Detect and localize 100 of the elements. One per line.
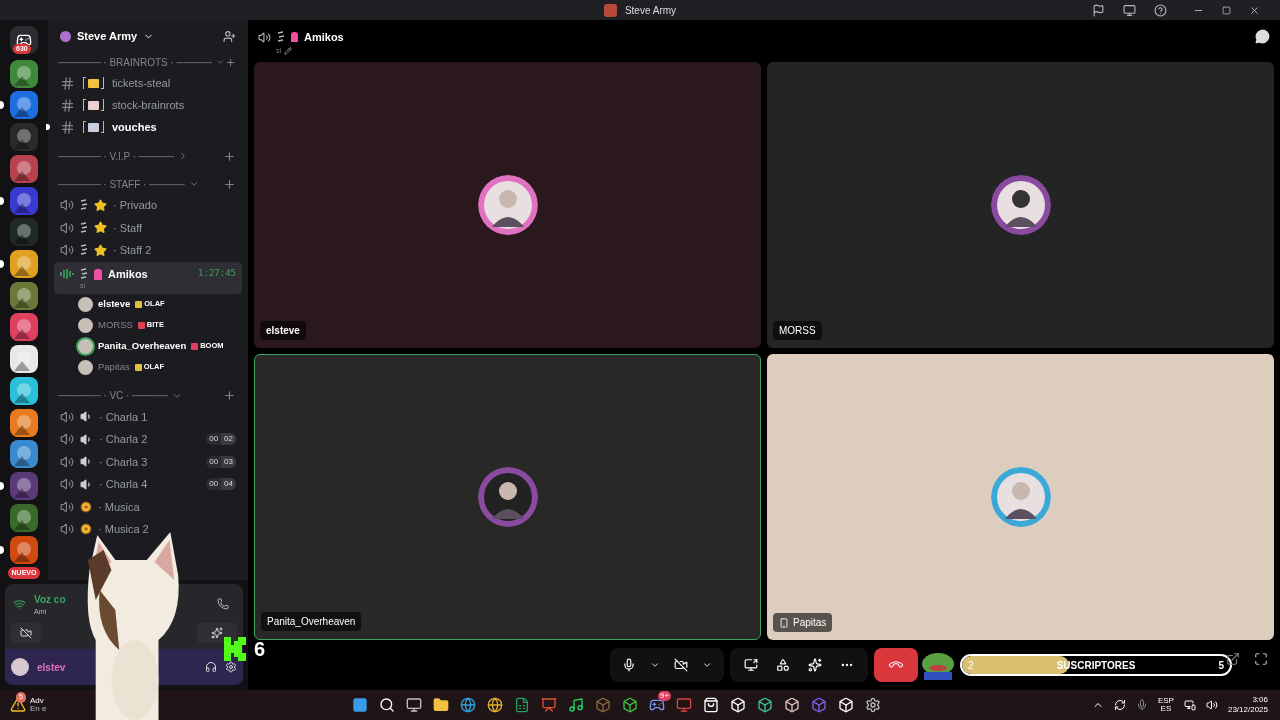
maximize-icon[interactable] — [1222, 5, 1231, 15]
voice-channel[interactable]: · Staff — [54, 216, 242, 239]
start-icon[interactable] — [352, 697, 368, 713]
app-icon[interactable] — [757, 697, 773, 713]
microphone-icon[interactable] — [622, 658, 636, 672]
server-icon — [60, 30, 71, 42]
video-tile[interactable]: Papitas — [767, 354, 1274, 640]
help-icon[interactable] — [1154, 3, 1167, 17]
user-name[interactable]: elsteve — [98, 296, 131, 312]
screen-icon[interactable] — [1123, 3, 1136, 17]
music-icon[interactable] — [568, 697, 584, 713]
voice-channel[interactable]: · Charla 3 00 03 — [54, 450, 242, 473]
fullscreen-icon[interactable] — [1254, 652, 1268, 666]
server-icon[interactable] — [10, 440, 38, 469]
server-icon[interactable] — [10, 376, 38, 405]
user-name[interactable]: Papitas — [98, 359, 130, 375]
channel-name[interactable]: tickets-steal — [112, 74, 171, 92]
add-icon[interactable] — [223, 177, 236, 191]
popcorn-icon — [291, 32, 298, 43]
voice-icon — [60, 522, 74, 537]
pop-out-icon[interactable] — [1226, 652, 1240, 666]
screen-share-icon[interactable] — [744, 658, 758, 672]
user-avatar[interactable] — [11, 658, 29, 676]
close-icon[interactable] — [1249, 4, 1260, 16]
server-icon[interactable] — [10, 91, 38, 120]
network-icon[interactable] — [1183, 699, 1196, 711]
task-view-icon[interactable] — [406, 697, 422, 713]
edit-icon[interactable] — [284, 46, 293, 55]
server-name[interactable]: Steve Army — [77, 27, 138, 45]
video-tile[interactable]: MORSS — [767, 62, 1274, 348]
block-icon[interactable] — [595, 697, 611, 713]
camera-off-icon[interactable] — [674, 658, 688, 672]
emoji-icon — [83, 121, 104, 133]
call-channel-name: Amikos — [304, 30, 344, 45]
video-tile[interactable]: Panita_Overheaven — [254, 354, 761, 640]
notification-title: Adv — [30, 697, 45, 705]
channel-name: · Privado — [113, 198, 158, 213]
language-indicator[interactable]: ESP ES — [1157, 697, 1174, 713]
browser-icon[interactable] — [487, 697, 503, 713]
home-button[interactable] — [10, 26, 38, 54]
voice-channel[interactable]: · Charla 4 00 04 — [54, 473, 242, 496]
server-icon[interactable] — [10, 535, 38, 564]
soundboard-icon[interactable] — [808, 658, 822, 672]
server-icon[interactable] — [10, 59, 38, 88]
block-icon[interactable] — [622, 697, 638, 713]
voice-channel[interactable]: · Charla 1 — [54, 405, 242, 428]
hang-up-button[interactable] — [874, 648, 918, 682]
category-label[interactable]: ────── · BRAINROTS · ───── — [58, 54, 213, 70]
star-icon — [94, 243, 107, 257]
headphones-icon[interactable] — [205, 661, 217, 673]
emoji-icon — [83, 77, 104, 89]
add-icon[interactable] — [223, 389, 236, 402]
category-label[interactable]: ────── · STAFF · ───── — [58, 176, 185, 192]
clock[interactable]: 3:06 23/12/2025 — [1227, 695, 1268, 715]
server-icon[interactable] — [10, 313, 38, 342]
activities-icon[interactable] — [776, 658, 790, 672]
video-tile[interactable]: elsteve — [254, 62, 761, 348]
sync-icon[interactable] — [1113, 699, 1126, 711]
voice-channel[interactable]: · Staff 2 — [54, 239, 242, 262]
category-label[interactable]: ────── · VC · ───── — [58, 388, 168, 403]
search-icon[interactable] — [379, 697, 395, 713]
server-icon[interactable] — [10, 503, 38, 532]
server-icon[interactable] — [10, 281, 38, 310]
spreadsheet-icon[interactable] — [514, 697, 530, 713]
voice-channel[interactable]: · Musica — [54, 495, 242, 518]
chevron-down-icon[interactable] — [702, 660, 712, 670]
channel-name: · Charla 2 — [99, 432, 148, 447]
chat-icon[interactable] — [1255, 29, 1270, 44]
server-icon[interactable] — [10, 154, 38, 183]
wave-icon — [80, 244, 88, 257]
app-icon — [603, 3, 617, 17]
app-icon[interactable] — [784, 697, 800, 713]
server-icon[interactable] — [10, 408, 38, 437]
server-icon[interactable] — [10, 345, 38, 374]
channel-name[interactable]: stock-brainrots — [112, 96, 185, 114]
disconnect-icon[interactable] — [217, 598, 229, 611]
channel-name: · Musica — [98, 499, 140, 515]
slides-icon[interactable] — [541, 697, 557, 713]
voice-channel[interactable]: · Charla 2 00 02 — [54, 428, 242, 451]
camera-button[interactable] — [11, 623, 41, 643]
soundboard-button[interactable] — [197, 623, 237, 643]
speaker-icon — [80, 477, 93, 491]
goal-target: 5 — [1218, 658, 1224, 673]
server-icon[interactable] — [10, 250, 38, 278]
store-icon[interactable] — [703, 697, 719, 713]
folder-icon[interactable] — [433, 697, 449, 713]
invite-icon[interactable] — [223, 29, 236, 43]
chevron-down-icon[interactable] — [650, 660, 660, 670]
channel-name[interactable]: vouches — [112, 118, 157, 136]
browser-icon[interactable] — [460, 697, 476, 713]
voice-channel[interactable]: · Musica 2 — [54, 518, 242, 541]
settings-icon[interactable] — [225, 661, 237, 673]
voice-channel[interactable]: · Privado — [54, 194, 242, 217]
app-icon[interactable] — [865, 697, 881, 713]
flag-icon[interactable] — [1092, 3, 1105, 17]
add-icon[interactable] — [223, 149, 236, 163]
volume-icon[interactable] — [1205, 699, 1218, 711]
category-label[interactable]: ────── · V.I.P · ───── — [58, 148, 175, 164]
user-name[interactable]: MORSS — [98, 317, 133, 333]
user-name[interactable]: Panita_Overheaven — [98, 338, 187, 354]
